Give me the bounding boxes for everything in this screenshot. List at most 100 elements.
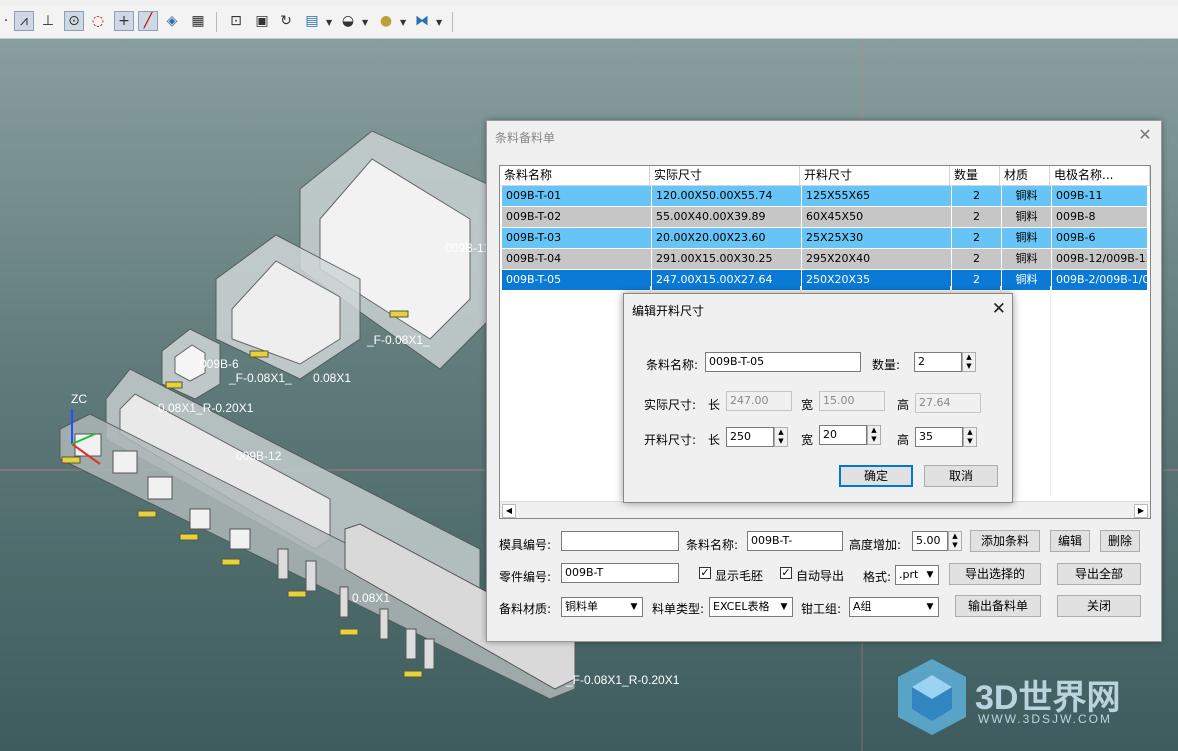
cut-length-input[interactable]: 250 [726,427,774,447]
chevron-down-icon[interactable]: ▼ [922,598,938,616]
fitter-group-select[interactable]: A组 ▼ [849,597,939,617]
display-dropdown-icon[interactable]: ▼ [436,18,442,27]
crosshair-icon[interactable]: + [114,11,134,31]
mold-no-input[interactable] [561,531,679,551]
table-cell: 009B-2/009B-1/009 [1052,270,1148,290]
height-add-label: 高度增加: [849,538,902,552]
scroll-right-icon[interactable]: ▶ [1134,504,1148,518]
chevron-down-icon[interactable]: ▼ [626,598,642,616]
shading-icon[interactable]: ◒ [338,11,358,31]
table-cell: 120.00X50.00X55.74 [652,186,802,206]
screen-icon[interactable]: ▣ [252,11,272,31]
axis-label: ZC [71,392,87,406]
circle-point-icon[interactable]: ◌ [88,11,108,31]
mold-no-label: 模具编号: [499,538,552,552]
sphere-dropdown-icon[interactable]: ▼ [400,18,406,27]
center-point-icon[interactable]: ⊙ [64,11,84,31]
length-label: 长 [708,433,721,447]
table-cell: 铜料 [1002,270,1052,290]
watermark-logo-icon [898,659,966,735]
cancel-button[interactable]: 取消 [924,465,998,487]
export-selected-button[interactable]: 导出选择的 [949,563,1041,585]
table-cell: 25X25X30 [802,228,952,248]
cut-height-stepper[interactable]: ▲ ▼ [963,427,977,447]
fit-view-icon[interactable]: ⊡ [226,11,246,31]
height-add-input[interactable]: 5.00 [912,531,948,551]
model-label: 0.08X1_R-0.20X1 [158,401,254,415]
layout-dropdown-icon[interactable]: ▼ [326,18,332,27]
column-header[interactable]: 电极名称... [1050,166,1150,185]
strip-name-input[interactable]: 009B-T- [747,531,843,551]
close-icon[interactable]: ✕ [992,299,1006,319]
table-cell: 009B-T-03 [502,228,652,248]
quantity-input[interactable]: 2 [914,352,962,372]
grid-icon[interactable]: ▦ [188,11,208,31]
cut-width-input[interactable]: 20 [819,425,867,445]
strip-name-label: 条料名称: [646,358,699,372]
cut-size-label: 开料尺寸: [644,433,697,447]
display-icon[interactable]: ⧓ [412,11,432,31]
table-row[interactable]: 009B-T-05 247.00X15.00X27.64 250X20X35 2 铜料 0… [502,270,1148,290]
table-row[interactable]: 009B-T-01 120.00X50.00X55.74 125X55X65 2 铜料 0… [502,186,1148,206]
shading-dropdown-icon[interactable]: ▼ [362,18,368,27]
format-select[interactable]: .prt ▼ [895,565,939,585]
toolbar-grip-icon: · [3,13,9,29]
ok-button[interactable]: 确定 [839,465,913,487]
table-cell: 2 [952,228,1002,248]
actual-width-field: 15.00 [819,391,885,411]
table-cell: 009B-6 [1052,228,1148,248]
table-cell: 009B-T-04 [502,249,652,269]
fitter-group-value: A组 [853,600,872,613]
table-cell: 铜料 [1002,186,1052,206]
scroll-left-icon[interactable]: ◀ [502,504,516,518]
cut-width-stepper[interactable]: ▲ ▼ [867,425,881,445]
actual-size-label: 实际尺寸: [644,398,697,412]
material-select[interactable]: 铜料单 ▼ [561,597,643,617]
export-all-button[interactable]: 导出全部 [1057,563,1141,585]
model-label: 009B-11 [445,241,490,255]
height-add-stepper[interactable]: ▲ ▼ [948,531,962,551]
column-header[interactable]: 实际尺寸 [650,166,800,185]
table-cell: 009B-8 [1052,207,1148,227]
table-cell: 20.00X20.00X23.60 [652,228,802,248]
table-cell: 2 [952,270,1002,290]
edit-button[interactable]: 编辑 [1050,530,1090,552]
sphere-icon[interactable]: ● [376,11,396,31]
line-icon[interactable]: ╱ [138,11,158,31]
toolbar-separator [216,12,217,32]
table-row[interactable]: 009B-T-03 20.00X20.00X23.60 25X25X30 2 铜料 009… [502,228,1148,248]
sheet-type-select[interactable]: EXCEL表格 ▼ [709,597,793,617]
column-header[interactable]: 条料名称 [500,166,650,185]
horizontal-scrollbar[interactable]: ◀ ▶ [500,501,1150,518]
show-blank-checkbox[interactable]: ✓ [699,567,711,579]
close-button[interactable]: 关闭 [1057,595,1141,617]
actual-height-field: 27.64 [915,393,981,413]
column-header[interactable]: 开料尺寸 [800,166,950,185]
snap-curve-icon[interactable]: ⩘ [14,11,34,31]
layout-icon[interactable]: ▤ [302,11,322,31]
chevron-down-icon[interactable]: ▼ [922,566,938,584]
output-sheet-button[interactable]: 输出备料单 [955,595,1041,617]
table-cell: 2 [952,186,1002,206]
auto-export-checkbox[interactable]: ✓ [780,567,792,579]
column-header[interactable]: 材质 [1000,166,1050,185]
material-label: 备料材质: [499,602,552,616]
perpendicular-icon[interactable]: ⊥ [38,11,58,31]
table-row[interactable]: 009B-T-04 291.00X15.00X30.25 295X20X40 2 铜料 0… [502,249,1148,269]
part-no-input[interactable]: 009B-T [561,563,679,583]
cut-length-stepper[interactable]: ▲ ▼ [774,427,788,447]
chevron-down-icon[interactable]: ▼ [776,598,792,616]
table-row[interactable]: 009B-T-02 55.00X40.00X39.89 60X45X50 2 铜料 009… [502,207,1148,227]
add-strip-button[interactable]: 添加条料 [970,530,1040,552]
cut-height-input[interactable]: 35 [915,427,963,447]
strip-name-input[interactable]: 009B-T-05 [705,352,861,372]
view-icon[interactable]: ◈ [162,11,182,31]
rotate-icon[interactable]: ↻ [276,11,296,31]
column-header[interactable]: 数量 [950,166,1000,185]
table-cell: 铜料 [1002,207,1052,227]
quantity-stepper[interactable]: ▲ ▼ [962,352,976,372]
format-label: 格式: [863,570,892,584]
width-label: 宽 [801,433,814,447]
delete-button[interactable]: 删除 [1100,530,1140,552]
close-icon[interactable]: ✕ [1135,125,1155,145]
